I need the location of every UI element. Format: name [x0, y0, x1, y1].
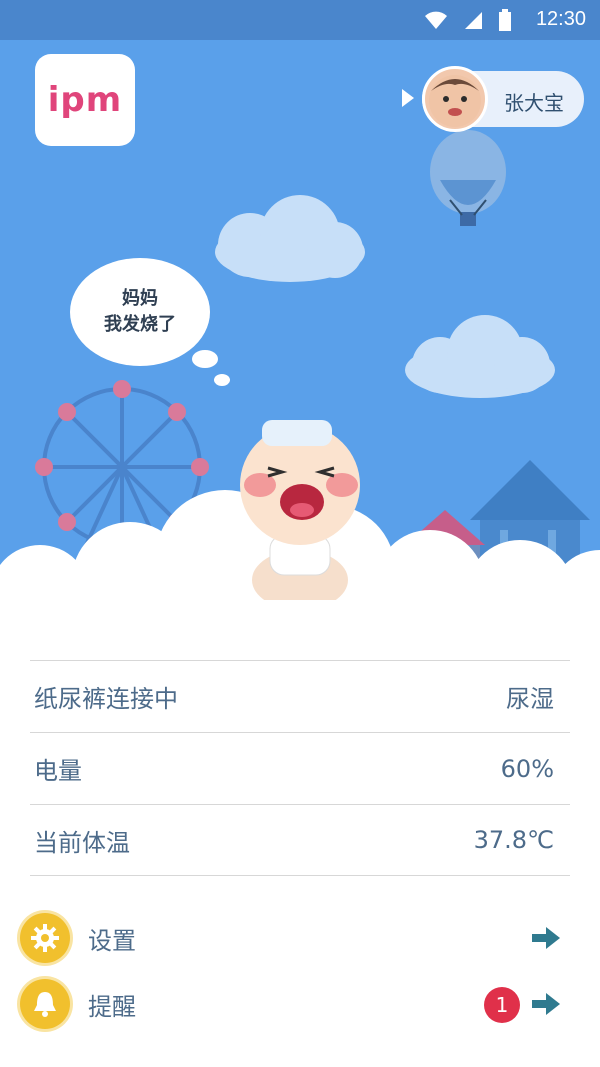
wifi-icon	[425, 11, 447, 29]
temperature-row: 当前体温 37.8℃	[30, 804, 570, 876]
settings-menu-item[interactable]: 设置	[20, 905, 580, 971]
logo-text: ipm	[47, 80, 123, 120]
hero-illustration: ipm 张大宝 妈妈 我发烧了	[0, 40, 600, 600]
battery-icon	[499, 9, 511, 31]
reminder-menu-item[interactable]: 提醒 1	[20, 971, 580, 1037]
menu-list: 设置 提醒 1	[20, 905, 580, 1037]
arrow-right-icon[interactable]	[532, 993, 560, 1015]
speech-bubble: 妈妈 我发烧了	[70, 258, 210, 366]
baby-name: 张大宝	[504, 91, 564, 115]
settings-label: 设置	[88, 926, 136, 955]
diaper-connection-label: 纸尿裤连接中	[34, 685, 178, 713]
status-time: 12:30	[535, 8, 586, 30]
battery-value: 60%	[500, 754, 554, 783]
speech-line-1: 妈妈	[122, 288, 158, 309]
arrow-right-icon[interactable]	[532, 927, 560, 949]
temperature-label: 当前体温	[34, 828, 130, 857]
bell-icon	[20, 979, 70, 1029]
battery-label: 电量	[34, 757, 82, 785]
play-arrow-icon[interactable]	[402, 89, 414, 107]
temperature-value: 37.8℃	[473, 826, 554, 854]
status-icons	[424, 9, 512, 31]
status-bar: 12:30	[0, 0, 600, 40]
reminder-label: 提醒	[88, 992, 136, 1021]
reminder-count-badge: 1	[484, 987, 520, 1023]
speech-line-2: 我发烧了	[104, 314, 176, 335]
gear-icon	[20, 913, 70, 963]
baby-avatar[interactable]	[422, 66, 488, 132]
diaper-connection-row: 纸尿裤连接中 尿湿	[30, 660, 570, 732]
app-logo: ipm	[35, 54, 135, 146]
thought-dot	[192, 350, 218, 368]
signal-icon	[465, 12, 482, 29]
battery-row: 电量 60%	[30, 732, 570, 804]
baby-profile-selector[interactable]: 张大宝	[422, 66, 584, 132]
thought-dot-small	[214, 374, 230, 386]
status-info-list: 纸尿裤连接中 尿湿 电量 60% 当前体温 37.8℃	[30, 660, 570, 876]
diaper-connection-value: 尿湿	[506, 685, 554, 713]
